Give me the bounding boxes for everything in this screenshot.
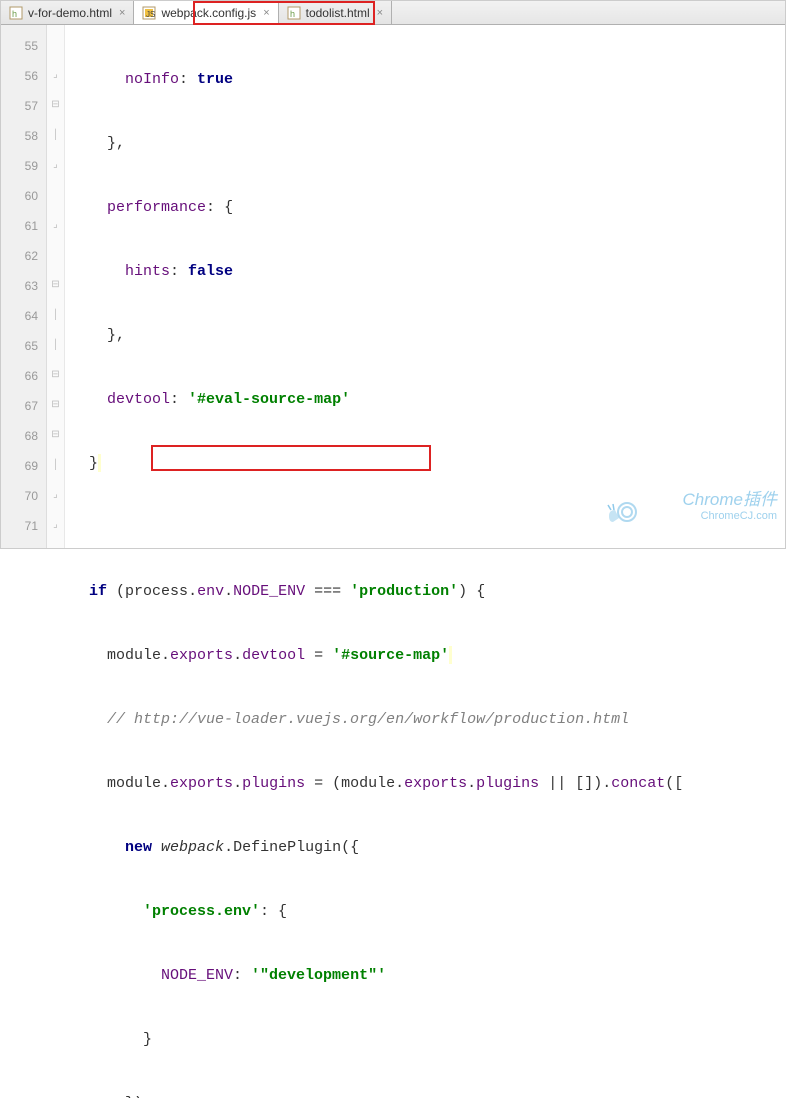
tab-todolist[interactable]: h todolist.html × [279, 1, 392, 24]
fold-collapse-icon[interactable]: ⊟ [47, 271, 64, 301]
line-number: 66 [1, 361, 46, 391]
line-number: 60 [1, 181, 46, 211]
line-number: 71 [1, 511, 46, 541]
code-line [71, 513, 785, 543]
fold-end-icon[interactable]: ⌟ [47, 481, 64, 511]
code-line: } [71, 1025, 785, 1055]
line-number: 58 [1, 121, 46, 151]
code-line: NODE_ENV: '"development"' [71, 961, 785, 991]
tab-v-for-demo[interactable]: h v-for-demo.html × [1, 1, 134, 24]
tab-bar: h v-for-demo.html × JS webpack.config.js… [1, 1, 785, 25]
js-file-icon: JS [142, 6, 156, 20]
fold-end-icon[interactable]: ⌟ [47, 61, 64, 91]
fold-guide: │ [47, 121, 64, 151]
line-number: 69 [1, 451, 46, 481]
tab-label: todolist.html [306, 6, 370, 20]
fold-collapse-icon[interactable]: ⊟ [47, 421, 64, 451]
code-line: }, [71, 129, 785, 159]
html-file-icon: h [287, 6, 301, 20]
fold-collapse-icon[interactable]: ⊟ [47, 391, 64, 421]
code-editor[interactable]: noInfo: true }, performance: { hints: fa… [65, 25, 785, 548]
line-number: 68 [1, 421, 46, 451]
code-line: // http://vue-loader.vuejs.org/en/workfl… [71, 705, 785, 735]
fold-marker [47, 31, 64, 61]
fold-end-icon[interactable]: ⌟ [47, 511, 64, 541]
code-line: new webpack.DefinePlugin({ [71, 833, 785, 863]
code-line: if (process.env.NODE_ENV === 'production… [71, 577, 785, 607]
svg-text:JS: JS [146, 10, 155, 19]
close-icon[interactable]: × [117, 7, 127, 19]
editor-area: 55 56 57 58 59 60 61 62 63 64 65 66 67 6… [1, 25, 785, 548]
code-line: }, [71, 321, 785, 351]
code-line: hints: false [71, 257, 785, 287]
fold-marker [47, 181, 64, 211]
code-line: module.exports.plugins = (module.exports… [71, 769, 785, 799]
code-line: noInfo: true [71, 65, 785, 95]
line-number: 64 [1, 301, 46, 331]
line-number: 55 [1, 31, 46, 61]
line-number: 62 [1, 241, 46, 271]
close-icon[interactable]: × [375, 7, 385, 19]
fold-collapse-icon[interactable]: ⊟ [47, 91, 64, 121]
fold-gutter: ⌟ ⊟ │ ⌟ ⌟ ⊟ │ │ ⊟ ⊟ ⊟ │ ⌟ ⌟ [47, 25, 65, 548]
close-icon[interactable]: × [261, 7, 271, 19]
code-line: } [71, 449, 785, 479]
code-line: devtool: '#eval-source-map' [71, 385, 785, 415]
line-number: 67 [1, 391, 46, 421]
line-number: 65 [1, 331, 46, 361]
code-line: }), [71, 1089, 785, 1098]
line-number: 70 [1, 481, 46, 511]
code-line: module.exports.devtool = '#source-map' [71, 641, 785, 671]
fold-end-icon[interactable]: ⌟ [47, 211, 64, 241]
tab-label: v-for-demo.html [28, 6, 112, 20]
text-caret [449, 646, 452, 664]
fold-collapse-icon[interactable]: ⊟ [47, 361, 64, 391]
line-number: 59 [1, 151, 46, 181]
code-line: performance: { [71, 193, 785, 223]
line-number: 63 [1, 271, 46, 301]
fold-guide: │ [47, 331, 64, 361]
fold-guide: │ [47, 301, 64, 331]
svg-text:h: h [290, 9, 295, 19]
tab-label: webpack.config.js [161, 6, 256, 20]
fold-end-icon[interactable]: ⌟ [47, 151, 64, 181]
line-number: 61 [1, 211, 46, 241]
fold-guide: │ [47, 451, 64, 481]
line-number: 57 [1, 91, 46, 121]
svg-text:h: h [12, 9, 17, 19]
line-number: 56 [1, 61, 46, 91]
code-line: 'process.env': { [71, 897, 785, 927]
html-file-icon: h [9, 6, 23, 20]
fold-marker [47, 241, 64, 271]
tab-webpack-config[interactable]: JS webpack.config.js × [134, 1, 278, 24]
line-number-gutter: 55 56 57 58 59 60 61 62 63 64 65 66 67 6… [1, 25, 47, 548]
text-caret [98, 454, 101, 472]
